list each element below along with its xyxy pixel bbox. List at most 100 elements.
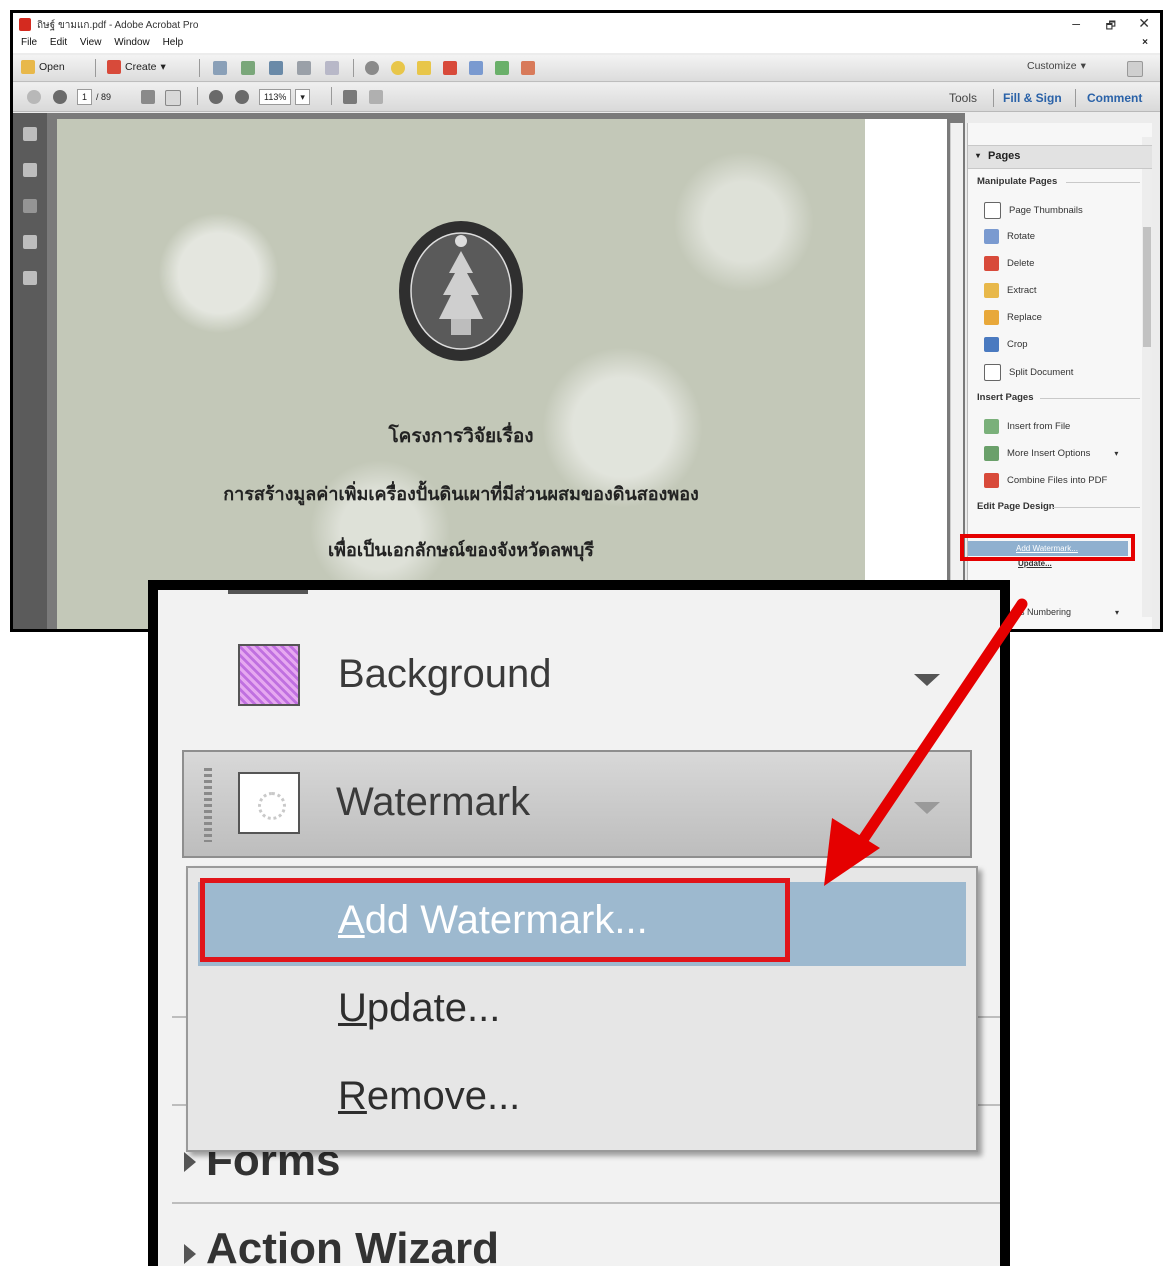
menu-edit[interactable]: Edit (50, 37, 67, 48)
edit-icon[interactable] (297, 61, 311, 75)
thumbnails-icon (984, 202, 1001, 219)
bookmarks-icon[interactable] (23, 163, 37, 177)
zoom-select[interactable]: 113% ▾ (259, 89, 310, 105)
pages-header-label: Pages (988, 150, 1021, 162)
drag-grip-handle[interactable] (204, 768, 212, 842)
toolbar-divider (331, 87, 332, 105)
page-total: / 89 (96, 92, 112, 102)
delete-page-icon[interactable] (443, 61, 457, 75)
remove-menu-item[interactable]: Remove... (338, 1074, 520, 1119)
document-title-line2: เพื่อเป็นเอกลักษณ์ของจังหวัดลพบุรี (328, 540, 594, 561)
extract-page-icon[interactable] (495, 61, 509, 75)
select-cursor-icon[interactable] (141, 90, 155, 104)
insert-pages-title: Insert Pages (977, 392, 1034, 403)
rotate-page-icon[interactable] (469, 61, 483, 75)
highlight-box-small (960, 534, 1135, 561)
chevron-down-icon[interactable] (914, 802, 940, 814)
create-button[interactable]: Create ▾ (107, 60, 166, 74)
item-label: Crop (1007, 339, 1028, 350)
chevron-down-icon: ▾ (1080, 60, 1086, 72)
more-insert-options-item[interactable]: More Insert Options ▾ (984, 446, 1118, 461)
insert-page-icon[interactable] (521, 61, 535, 75)
print-icon[interactable] (269, 61, 283, 75)
page-thumbnails-item[interactable]: Page Thumbnails (984, 202, 1083, 219)
item-label: More Insert Options (1007, 448, 1091, 459)
page-number-field[interactable]: 1 / 89 (77, 89, 111, 105)
fill-sign-tab[interactable]: Fill & Sign (1003, 91, 1062, 105)
close-document-button[interactable]: × (1142, 37, 1148, 48)
watermark-row[interactable]: Watermark (182, 750, 972, 858)
open-label: Open (39, 61, 65, 73)
pdf-page[interactable]: โครงการวิจัยเรื่อง การสร้างมูลค่าเพิ่มเค… (57, 119, 865, 629)
email-icon[interactable] (325, 61, 339, 75)
expand-triangle-icon[interactable] (184, 1244, 196, 1264)
zoom-in-icon[interactable] (235, 90, 249, 104)
signatures-icon[interactable] (23, 271, 37, 285)
layers-icon[interactable] (23, 235, 37, 249)
delete-item[interactable]: Delete (984, 256, 1034, 271)
expand-triangle-icon[interactable] (184, 1152, 196, 1172)
combine-files-item[interactable]: Combine Files into PDF (984, 473, 1107, 488)
toolbar-divider (993, 89, 994, 107)
replace-item[interactable]: Replace (984, 310, 1042, 325)
save-icon[interactable] (213, 61, 227, 75)
background-label[interactable]: Background (338, 652, 551, 697)
sticky-note-icon[interactable] (417, 61, 431, 75)
comment-bubble-icon[interactable] (391, 61, 405, 75)
minimize-button[interactable]: – (1072, 15, 1080, 31)
fit-width-icon[interactable] (369, 90, 383, 104)
acrobat-window: ถิษฐ์ ขามแก.pdf - Adobe Acrobat Pro – 🗗 … (10, 10, 1163, 632)
item-label: Split Document (1009, 367, 1074, 378)
toolbar-divider (199, 59, 200, 77)
scrollbar-thumb[interactable] (1143, 227, 1151, 347)
hand-tool-icon[interactable] (165, 90, 181, 106)
combine-icon (984, 473, 999, 488)
customize-label: Customize (1027, 60, 1077, 72)
attachments-icon[interactable] (23, 199, 37, 213)
expand-icon[interactable] (1127, 61, 1143, 77)
menu-view[interactable]: View (80, 37, 102, 48)
item-label: Replace (1007, 312, 1042, 323)
gear-icon (258, 792, 286, 820)
split-document-item[interactable]: Split Document (984, 364, 1073, 381)
cloud-upload-icon[interactable] (241, 61, 255, 75)
menu-bar: File Edit View Window Help × (13, 37, 1160, 53)
chevron-down-icon[interactable]: ▾ (295, 89, 310, 105)
toolbar-divider (197, 87, 198, 105)
pages-panel-header[interactable]: ▾ Pages (968, 145, 1152, 169)
tools-tab[interactable]: Tools (949, 91, 977, 105)
restore-button[interactable]: 🗗 (1106, 17, 1116, 36)
extract-item[interactable]: Extract (984, 283, 1037, 298)
zoom-value[interactable]: 113% (259, 89, 292, 105)
settings-gear-icon[interactable] (365, 61, 379, 75)
chevron-down-icon[interactable] (914, 674, 940, 686)
item-label: Page Thumbnails (1009, 205, 1083, 216)
document-view[interactable]: โครงการวิจัยเรื่อง การสร้างมูลค่าเพิ่มเค… (47, 113, 965, 629)
menu-file[interactable]: File (21, 37, 37, 48)
university-seal-logo (399, 221, 523, 361)
section-divider (1052, 507, 1140, 508)
comment-tab[interactable]: Comment (1087, 91, 1142, 105)
menu-window[interactable]: Window (114, 37, 150, 48)
page-current[interactable]: 1 (77, 89, 93, 105)
zoom-out-icon[interactable] (209, 90, 223, 104)
update-menu-item[interactable]: Update... (338, 986, 500, 1031)
close-button[interactable]: ✕ (1138, 15, 1150, 32)
bates-numbering-item[interactable]: s Numbering ▾ (1020, 607, 1119, 617)
fit-page-icon[interactable] (343, 90, 357, 104)
previous-page-icon[interactable] (27, 90, 41, 104)
insert-from-file-item[interactable]: Insert from File (984, 419, 1070, 434)
title-bar: ถิษฐ์ ขามแก.pdf - Adobe Acrobat Pro – 🗗 … (13, 13, 1160, 37)
rotate-item[interactable]: Rotate (984, 229, 1035, 244)
zoom-inset-panel: Background Watermark Forms Action Wizard… (158, 590, 1000, 1266)
edge-fragment (228, 590, 308, 594)
watermark-gear-icon (238, 772, 300, 834)
crop-item[interactable]: Crop (984, 337, 1028, 352)
menu-help[interactable]: Help (163, 37, 184, 48)
next-page-icon[interactable] (53, 90, 67, 104)
action-wizard-section-label[interactable]: Action Wizard (206, 1224, 499, 1266)
page-thumbnails-icon[interactable] (23, 127, 37, 141)
tools-pane-scrollbar[interactable] (1142, 137, 1152, 617)
open-button[interactable]: Open (21, 60, 65, 74)
customize-button[interactable]: Customize ▾ (1027, 60, 1086, 72)
